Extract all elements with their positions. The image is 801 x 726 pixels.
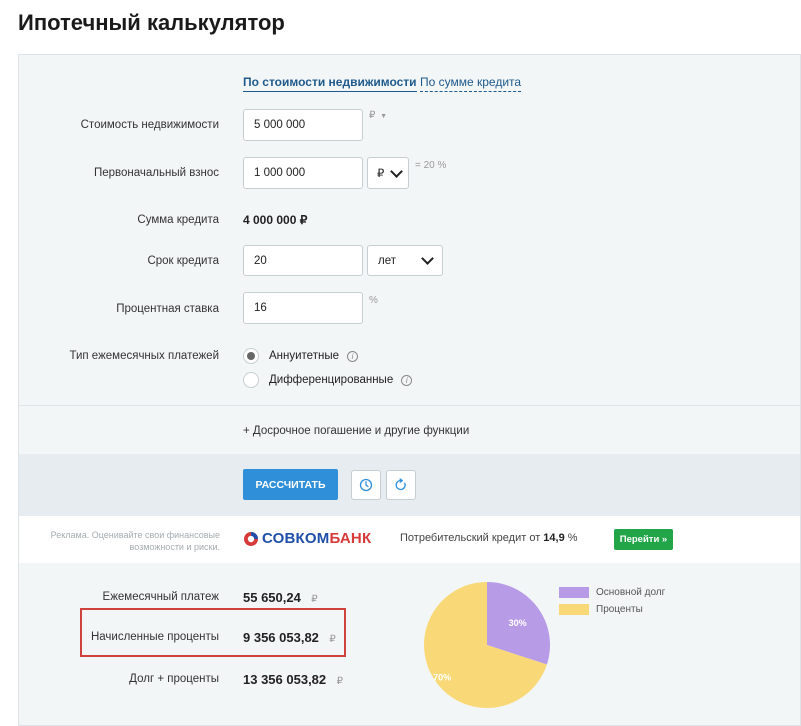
- ad-offer-rate: 14,9: [543, 532, 565, 544]
- divider: [19, 405, 800, 406]
- sovcombank-logo-icon: [244, 531, 258, 546]
- down-payment-currency-value: ₽: [377, 168, 385, 180]
- debt-plus-interest-label: Долг + проценты: [129, 673, 219, 685]
- logo-text-sovcom: СОВКОМ: [262, 530, 330, 547]
- go-button[interactable]: Перейти »: [614, 529, 673, 550]
- chevron-down-icon: [390, 164, 403, 178]
- term-input[interactable]: 20: [243, 245, 363, 276]
- payment-type-annuity-option[interactable]: Аннуитетные i: [243, 348, 358, 364]
- refresh-icon: [395, 478, 406, 491]
- legend-swatch-principal: [559, 587, 589, 598]
- tab-by-loan-amount[interactable]: По сумме кредита: [420, 75, 522, 92]
- property-cost-currency: ₽: [369, 110, 376, 121]
- debt-plus-interest-value: 13 356 053,82: [243, 672, 327, 687]
- monthly-payment-unit: ₽: [311, 594, 318, 605]
- term-unit-value: лет: [378, 254, 396, 267]
- highlight-box: [80, 608, 346, 657]
- monthly-payment-value: 55 650,24: [243, 590, 301, 605]
- annuity-label: Аннуитетные: [269, 350, 339, 362]
- payment-type-differentiated-option[interactable]: Дифференцированные i: [243, 372, 413, 388]
- ad-disclaimer: Реклама. Оценивайте свои финансовые возм…: [50, 530, 220, 552]
- pie-label-interest: 70%: [433, 673, 451, 683]
- loan-structure-pie-chart: 30% 70%: [424, 582, 550, 708]
- chevron-down-icon: [421, 252, 434, 265]
- reset-button[interactable]: [386, 470, 416, 500]
- differentiated-radio[interactable]: [243, 372, 259, 388]
- info-icon[interactable]: i: [401, 374, 413, 386]
- info-icon[interactable]: i: [346, 350, 358, 362]
- legend-label-principal: Основной долг: [596, 587, 666, 598]
- clock-icon: [359, 478, 373, 492]
- rate-input[interactable]: 16: [243, 292, 363, 324]
- rate-label: Процентная ставка: [116, 303, 219, 315]
- annuity-radio[interactable]: [243, 348, 259, 364]
- ad-offer-unit: %: [564, 532, 578, 544]
- loan-amount-label: Сумма кредита: [137, 214, 219, 226]
- term-unit-select[interactable]: лет: [367, 245, 443, 276]
- rate-unit: %: [369, 295, 378, 306]
- property-cost-label: Стоимость недвижимости: [80, 119, 219, 131]
- property-cost-input[interactable]: 5 000 000: [243, 109, 363, 141]
- pie-label-principal: 30%: [509, 618, 527, 628]
- ad-offer-text: Потребительский кредит от: [400, 532, 544, 544]
- legend-swatch-interest: [559, 604, 589, 615]
- down-payment-label: Первоначальный взнос: [93, 167, 219, 179]
- legend-item-principal: Основной долг: [559, 587, 665, 598]
- caret-down-icon: ▼: [380, 113, 388, 120]
- legend-label-interest: Проценты: [596, 604, 643, 615]
- payment-type-label: Тип ежемесячных платежей: [69, 350, 219, 362]
- property-cost-currency-dropdown[interactable]: ₽ ▼: [369, 110, 387, 121]
- term-label: Срок кредита: [147, 255, 219, 267]
- logo-text-bank: БАНК: [329, 530, 372, 547]
- sovcombank-logo[interactable]: СОВКОМ БАНК: [243, 530, 371, 547]
- down-payment-currency-select[interactable]: ₽: [367, 157, 409, 189]
- monthly-payment-label: Ежемесячный платеж: [102, 591, 219, 603]
- debt-plus-interest: 13 356 053,82 ₽: [243, 671, 343, 689]
- page-title: Ипотечный калькулятор: [18, 10, 285, 35]
- early-repayment-link[interactable]: + Досрочное погашение и другие функции: [243, 425, 469, 437]
- differentiated-label: Дифференцированные: [269, 374, 394, 386]
- ad-offer: Потребительский кредит от 14,9 %: [400, 532, 578, 544]
- down-payment-input[interactable]: 1 000 000: [243, 157, 363, 189]
- calculate-button[interactable]: РАССЧИТАТЬ: [243, 469, 338, 500]
- radio-selected-dot: [247, 352, 255, 360]
- debt-plus-interest-unit: ₽: [336, 676, 343, 687]
- down-payment-percent: = 20 %: [415, 160, 447, 171]
- history-button[interactable]: [351, 470, 381, 500]
- tab-by-property-cost[interactable]: По стоимости недвижимости: [243, 75, 417, 92]
- monthly-payment: 55 650,24 ₽: [243, 589, 318, 607]
- legend-item-interest: Проценты: [559, 604, 643, 615]
- loan-amount-value: 4 000 000 ₽: [243, 213, 308, 227]
